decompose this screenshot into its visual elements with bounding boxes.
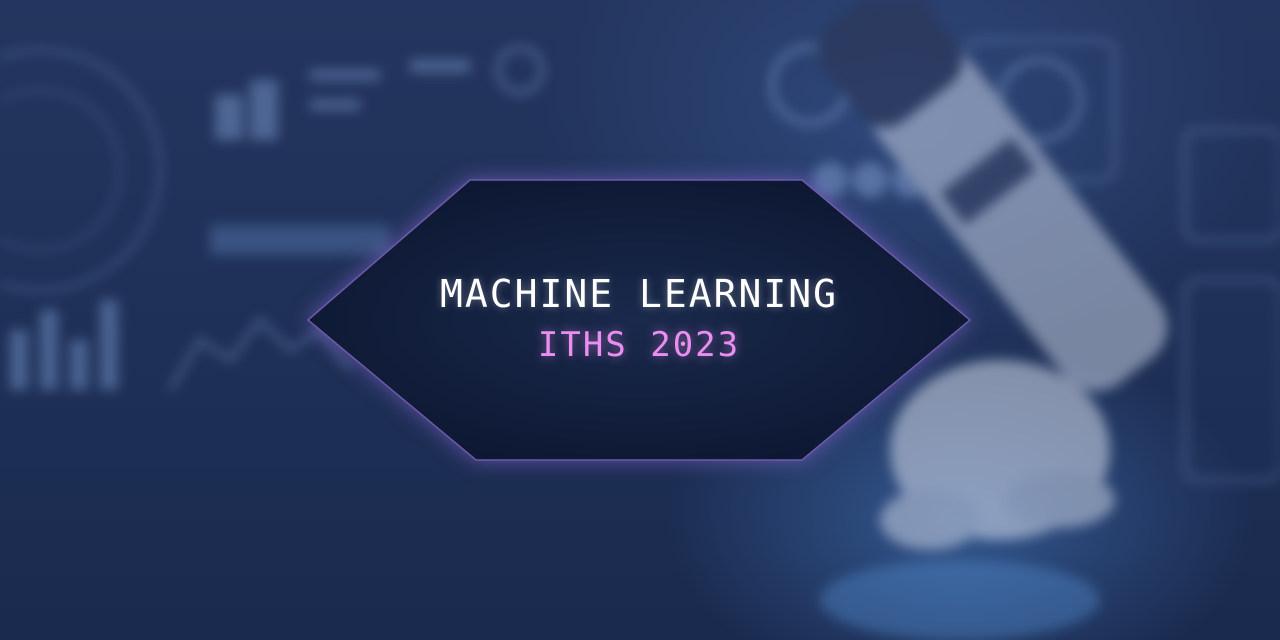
- banner-text: MACHINE LEARNING ITHS 2023: [308, 270, 970, 368]
- banner-subtitle: ITHS 2023: [537, 325, 741, 365]
- banner-scene: MACHINE LEARNING ITHS 2023: [0, 0, 1280, 640]
- banner-title: MACHINE LEARNING: [439, 272, 839, 316]
